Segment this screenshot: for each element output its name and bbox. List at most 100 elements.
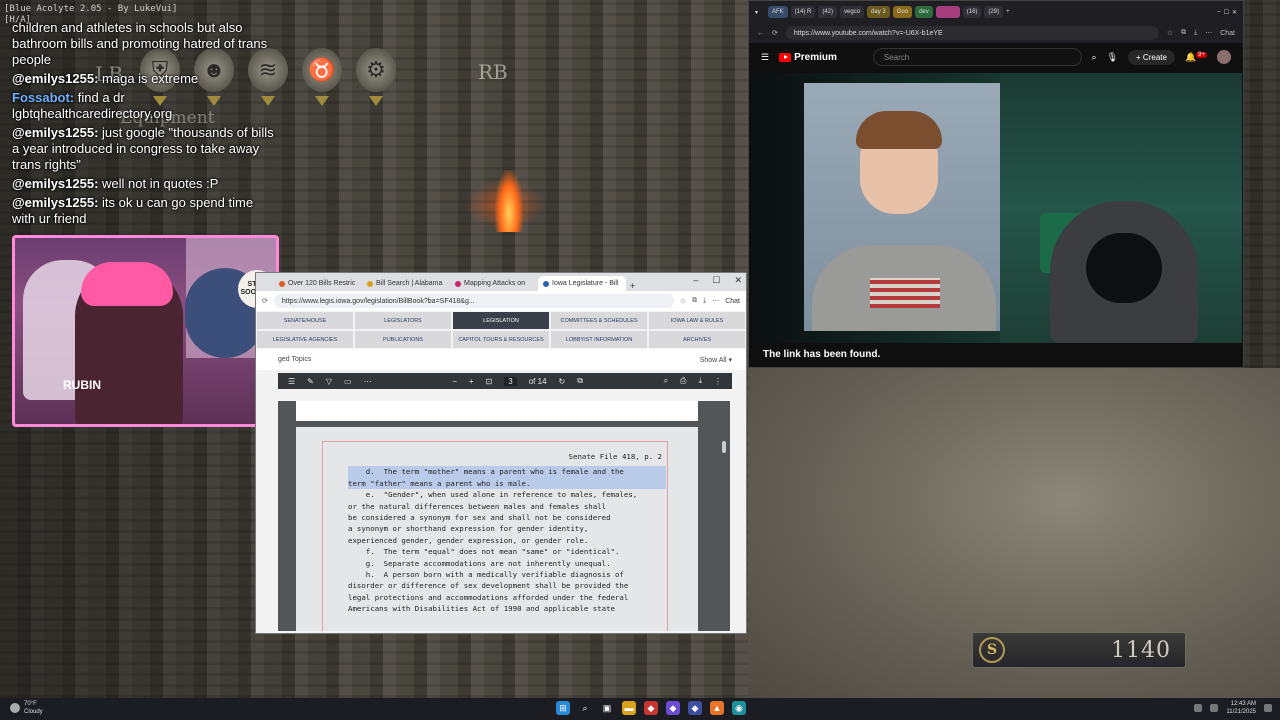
pdf-search-icon[interactable]: ⌕ (664, 376, 668, 386)
cloud-icon (10, 703, 20, 713)
rotate-icon[interactable]: ↻ (559, 377, 566, 386)
star-icon[interactable]: ☆ (680, 297, 686, 305)
pdf-page: Senate File 418, p. 2 d. The term "mothe… (296, 427, 698, 631)
new-tab-icon[interactable]: + (1006, 9, 1010, 15)
url-field[interactable]: https://www.youtube.com/watch?v=-U6X-b1e… (785, 26, 1159, 40)
nav-legislation[interactable]: LEGISLATION (452, 311, 550, 330)
game-fire (495, 170, 523, 232)
browser-tab[interactable]: (42) (818, 6, 838, 18)
search-icon[interactable]: ⌕ (1092, 52, 1097, 63)
tab-actions-icon[interactable]: ▾ (755, 9, 765, 16)
reload-icon[interactable]: ⟳ (772, 29, 778, 37)
avatar[interactable] (1217, 50, 1231, 64)
tab-label: Bill Search | Alabama (376, 280, 443, 287)
highlight-icon[interactable]: ▽ (326, 377, 332, 386)
sidebar-toggle-icon[interactable]: ☰ (288, 377, 295, 386)
youtube-video-player[interactable] (750, 73, 1242, 343)
pdf-menu-icon[interactable]: ⋮ (714, 377, 722, 386)
browser-window-youtube: ▾ AFK (14) R (42) vegco day 3 Goo dev (1… (748, 0, 1244, 368)
nav-archives[interactable]: ARCHIVES (648, 330, 746, 349)
extensions-icon[interactable]: ⧉ (1181, 29, 1186, 37)
tab-label: Over 120 Bills Restric (288, 280, 356, 287)
tray-icon[interactable] (1210, 704, 1219, 712)
notifications-icon[interactable] (1264, 704, 1272, 712)
draw-icon[interactable]: ✎ (307, 377, 314, 386)
browser-tab[interactable]: (29) (984, 6, 1004, 18)
weather-widget[interactable]: 70°F Cloudy (10, 700, 43, 716)
nav-committees[interactable]: COMMITTEES & SCHEDULES (550, 311, 648, 330)
browser-tab[interactable]: Over 120 Bills Restric (274, 276, 362, 291)
pdf-scrollbar[interactable] (722, 441, 726, 453)
pdf-line: d. The term "mother" means a parent who … (348, 466, 666, 478)
maximize-icon[interactable]: ☐ (712, 275, 720, 286)
search-icon[interactable]: ⌕ (578, 701, 592, 715)
more-tools-icon[interactable]: ⋯ (364, 377, 372, 386)
create-button[interactable]: + Create (1128, 49, 1175, 65)
chat-button[interactable]: Chat (725, 298, 740, 305)
browser-tab[interactable]: day 3 (867, 6, 890, 18)
back-icon[interactable]: ← (757, 30, 764, 37)
close-icon[interactable]: ✕ (734, 275, 742, 286)
fit-page-icon[interactable]: ⊡ (486, 377, 493, 386)
star-icon[interactable]: ☆ (1167, 29, 1173, 37)
download-icon[interactable]: ⤓ (1194, 29, 1197, 37)
edge-browser-icon[interactable]: ◉ (732, 701, 746, 715)
file-explorer-icon[interactable]: ▬ (622, 701, 636, 715)
task-view-icon[interactable]: ▣ (600, 701, 614, 715)
zoom-in-icon[interactable]: + (469, 377, 474, 386)
browser-tab[interactable] (935, 6, 960, 18)
app-icon-red[interactable]: ◆ (644, 701, 658, 715)
browser-tab[interactable]: Mapping Attacks on (450, 276, 538, 291)
hamburger-menu-icon[interactable]: ☰ (761, 52, 769, 63)
minimize-icon[interactable]: – (1217, 9, 1220, 15)
browser-tab-active[interactable]: Iowa Legislature - Bill (538, 276, 626, 291)
notifications-icon[interactable]: 🔔 9+ (1185, 51, 1207, 63)
nav-publications[interactable]: PUBLICATIONS (354, 330, 452, 349)
browser-tab[interactable]: Goo (892, 6, 913, 18)
nav-lobbyist[interactable]: LOBBYIST INFORMATION (550, 330, 648, 349)
page-number-input[interactable]: 3 (504, 376, 517, 386)
app-icon-blue[interactable]: ◆ (688, 701, 702, 715)
nav-capitol-tours[interactable]: CAPITOL TOURS & RESOURCES (452, 330, 550, 349)
youtube-search-input[interactable]: Search (872, 48, 1082, 66)
two-page-icon[interactable]: ⧉ (577, 376, 583, 386)
browser-tab[interactable]: vegco (840, 6, 865, 18)
view-icon[interactable]: ▭ (344, 377, 352, 386)
print-icon[interactable]: ⎙ (680, 376, 686, 386)
show-all-button[interactable]: Show All ▾ (700, 356, 732, 364)
chat-button[interactable]: Chat (1220, 30, 1235, 37)
clock[interactable]: 12:43 AM 11/21/2025 (1226, 700, 1256, 716)
browser-tab[interactable]: (16) (962, 6, 982, 18)
pdf-viewer[interactable]: Senate File 418, p. 2 d. The term "mothe… (278, 401, 730, 631)
browser-tab[interactable]: Bill Search | Alabama (362, 276, 450, 291)
youtube-logo[interactable]: Premium (779, 52, 837, 63)
reload-icon[interactable]: ⟳ (262, 297, 268, 305)
new-tab-icon[interactable]: + (630, 281, 635, 291)
app-icon-orange[interactable]: ▲ (710, 701, 724, 715)
save-icon[interactable]: ⤓ (698, 376, 702, 386)
minimize-icon[interactable]: – (693, 275, 698, 286)
browser-tab[interactable]: AFK (768, 6, 788, 18)
nav-legislators[interactable]: LEGISLATORS (354, 311, 452, 330)
app-icon-purple[interactable]: ◆ (666, 701, 680, 715)
pdf-line: be considered a synonym for sex and shal… (348, 513, 611, 523)
browser-tab[interactable]: dev (915, 6, 933, 18)
menu-icon[interactable]: ⋯ (1205, 29, 1212, 37)
maximize-icon[interactable]: ☐ (1224, 9, 1229, 16)
nav-legislative-agencies[interactable]: LEGISLATIVE AGENCIES (256, 330, 354, 349)
zoom-out-icon[interactable]: − (452, 377, 457, 386)
chat-username: @emilys1255: (12, 71, 99, 86)
download-icon[interactable]: ⤓ (703, 297, 706, 305)
close-icon[interactable]: ✕ (1232, 9, 1237, 16)
tray-icon[interactable] (1194, 704, 1203, 712)
url-field[interactable]: https://www.legis.iowa.gov/legislation/B… (273, 294, 674, 308)
menu-icon[interactable]: ⋯ (712, 297, 719, 305)
nav-senate-house[interactable]: SENATE/HOUSE (256, 311, 354, 330)
yt-tab-strip: ▾ AFK (14) R (42) vegco day 3 Goo dev (1… (749, 1, 1243, 23)
start-icon[interactable]: ⊞ (556, 701, 570, 715)
extensions-icon[interactable]: ⧉ (692, 297, 697, 305)
microphone-icon[interactable]: 🎙 (1107, 52, 1118, 63)
nav-iowa-law[interactable]: IOWA LAW & RULES (648, 311, 746, 330)
browser-tab[interactable]: (14) R (790, 6, 816, 18)
pdf-line: disorder or difference of sex developmen… (348, 581, 629, 591)
